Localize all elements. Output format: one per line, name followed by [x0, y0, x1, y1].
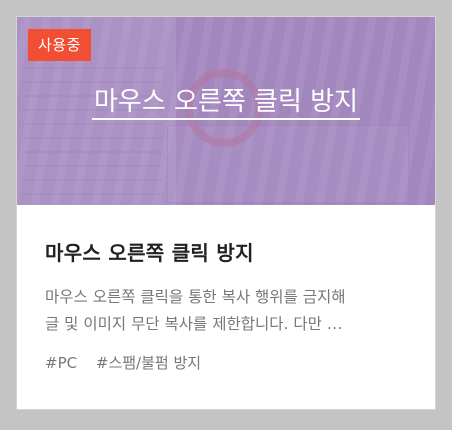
- card-description: 마우스 오른쪽 클릭을 통한 복사 행위를 금지해 글 및 이미지 무단 복사를…: [45, 288, 346, 333]
- tag-pc[interactable]: #PC: [45, 354, 77, 372]
- card-body: 마우스 오른쪽 클릭 방지 마우스 오른쪽 클릭을 통한 복사 행위를 금지해 …: [17, 239, 435, 373]
- tag-spam-prevention[interactable]: #스팸/불펌 방지: [96, 352, 201, 373]
- tag-list: #PC #스팸/불펌 방지: [45, 352, 407, 373]
- status-badge: 사용중: [28, 29, 91, 61]
- thumbnail-title-text: 마우스 오른쪽 클릭 방지: [92, 87, 360, 120]
- card-thumbnail[interactable]: 사용중 마우스 오른쪽 클릭 방지: [17, 17, 435, 205]
- plugin-card[interactable]: 사용중 마우스 오른쪽 클릭 방지 마우스 오른쪽 클릭 방지 마우스 오른쪽 …: [16, 16, 436, 410]
- card-title[interactable]: 마우스 오른쪽 클릭 방지: [45, 239, 407, 267]
- thumbnail-title: 마우스 오른쪽 클릭 방지: [17, 84, 435, 120]
